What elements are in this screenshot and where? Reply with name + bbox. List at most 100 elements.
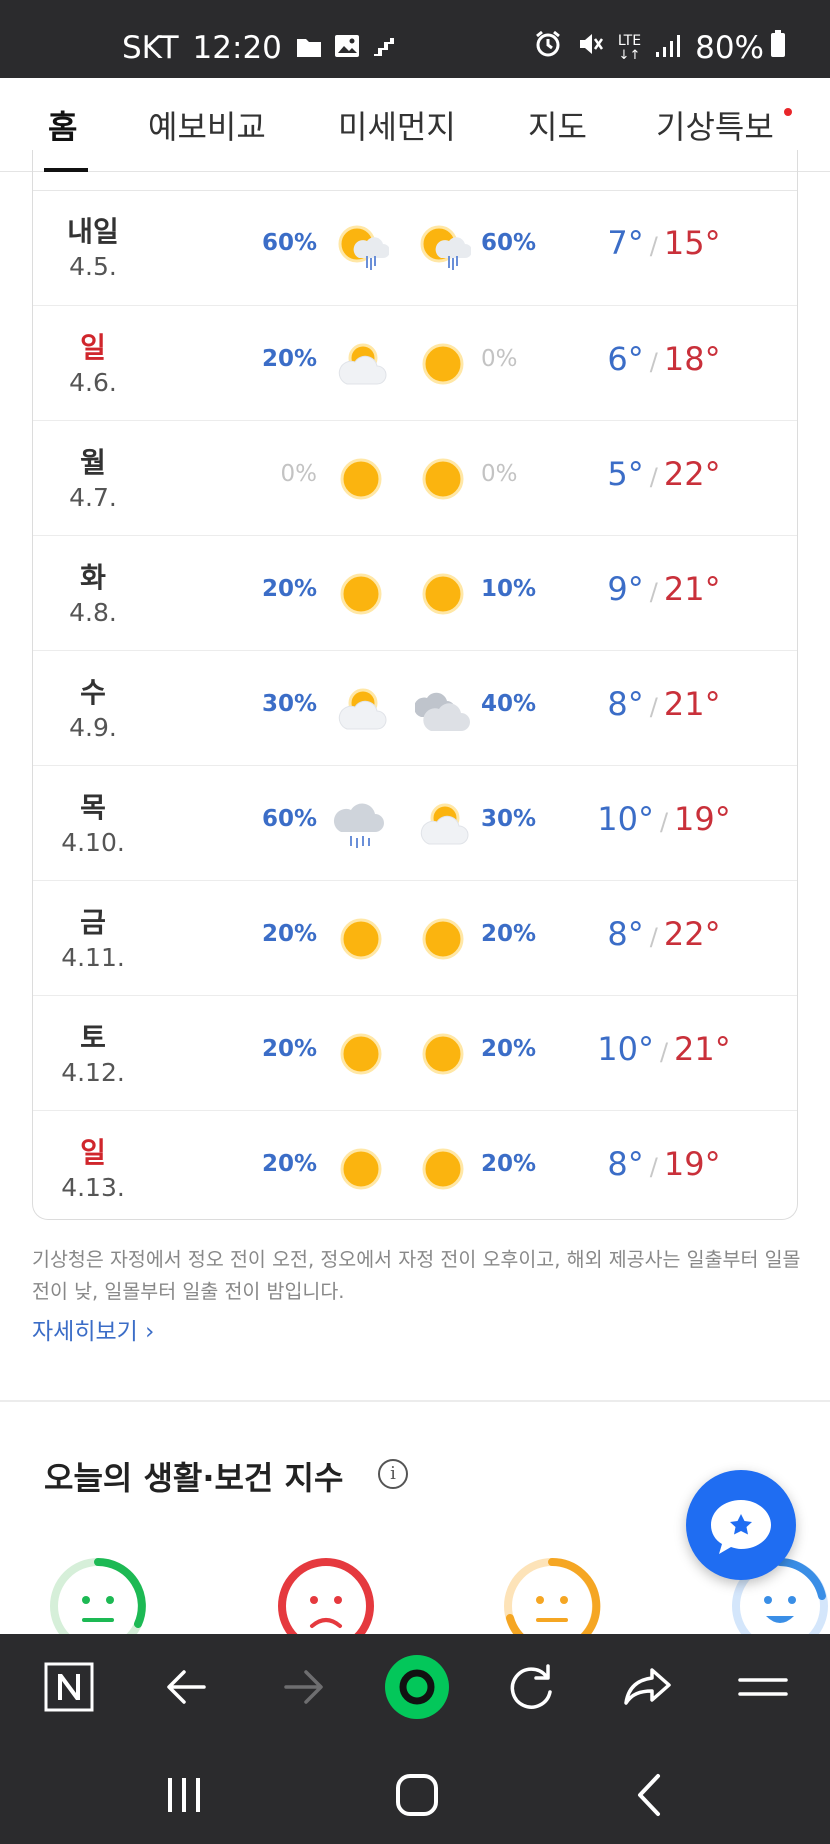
am-precip-chance: 20% bbox=[261, 346, 317, 372]
section-divider bbox=[0, 1400, 830, 1402]
pm-precip-chance: 0% bbox=[481, 346, 518, 372]
forecast-row: 목 4.10. 60% 30% 10°/19° bbox=[33, 765, 797, 880]
section-title: 오늘의 생활·보건 지수 bbox=[44, 1459, 344, 1497]
day-label: 내일 bbox=[67, 215, 119, 248]
high-temp: 15° bbox=[663, 224, 721, 262]
chatbot-fab-button[interactable] bbox=[686, 1470, 796, 1580]
status-bar: SKT 12:20 LTE ↓↑ 80% bbox=[0, 0, 830, 78]
day-label: 수 bbox=[80, 676, 106, 709]
temperature-range: 8°/19° bbox=[569, 1145, 759, 1183]
info-icon[interactable]: i bbox=[378, 1459, 408, 1489]
forecast-row: 수 4.9. 30% 40% 8°/21° bbox=[33, 650, 797, 765]
day-label: 일 bbox=[80, 1136, 106, 1169]
am-precip-chance: 20% bbox=[261, 1036, 317, 1062]
high-temp: 22° bbox=[663, 915, 721, 953]
date-label: 4.8. bbox=[69, 598, 117, 627]
cloud-rain-sun-icon bbox=[420, 225, 471, 270]
sun-icon bbox=[422, 1033, 464, 1075]
high-temp: 21° bbox=[663, 570, 721, 608]
signal-icon bbox=[655, 30, 681, 66]
high-temp: 21° bbox=[663, 685, 721, 723]
tab-home[interactable]: 홈 bbox=[48, 102, 77, 148]
forecast-row: 토 4.12. 20% 20% 10°/21° bbox=[33, 995, 797, 1110]
partly-cloudy-icon bbox=[338, 688, 387, 730]
forward-arrow-icon[interactable] bbox=[272, 1656, 334, 1718]
recent-apps-icon[interactable] bbox=[160, 1770, 210, 1820]
am-precip-chance: 30% bbox=[261, 691, 317, 717]
temperature-range: 6°/18° bbox=[569, 340, 759, 378]
date-label: 4.10. bbox=[61, 828, 125, 857]
chat-star-icon bbox=[711, 1500, 771, 1554]
am-precip-chance: 60% bbox=[261, 806, 317, 832]
forecast-row: 월 4.7. 0% 0% 5°/22° bbox=[33, 420, 797, 535]
tab-map[interactable]: 지도 bbox=[528, 102, 587, 148]
date-label: 4.6. bbox=[69, 368, 117, 397]
pm-precip-chance: 60% bbox=[481, 230, 537, 256]
date-label: 4.9. bbox=[69, 713, 117, 742]
low-temp: 7° bbox=[607, 224, 644, 262]
system-nav-bar bbox=[0, 1740, 830, 1844]
refresh-icon[interactable] bbox=[500, 1656, 562, 1718]
low-temp: 8° bbox=[607, 685, 644, 723]
date-label: 4.11. bbox=[61, 943, 125, 972]
day-label: 월 bbox=[80, 446, 106, 479]
low-temp: 9° bbox=[607, 570, 644, 608]
date-label: 4.5. bbox=[69, 252, 117, 281]
day-label: 토 bbox=[80, 1021, 106, 1054]
low-temp: 8° bbox=[607, 915, 644, 953]
pm-precip-chance: 20% bbox=[481, 921, 537, 947]
sun-icon bbox=[422, 343, 464, 385]
am-precip-chance: 60% bbox=[261, 230, 317, 256]
tab-weather-warning[interactable]: 기상특보 bbox=[656, 102, 774, 148]
am-precip-chance: 20% bbox=[261, 921, 317, 947]
am-precip-chance: 20% bbox=[261, 576, 317, 602]
tab-fine-dust[interactable]: 미세먼지 bbox=[338, 102, 456, 148]
date-label: 4.13. bbox=[61, 1173, 125, 1202]
high-temp: 21° bbox=[674, 1030, 731, 1068]
system-back-icon[interactable] bbox=[626, 1770, 676, 1820]
menu-icon[interactable] bbox=[732, 1656, 794, 1718]
forecast-row: 금 4.11. 20% 20% 8°/22° bbox=[33, 880, 797, 995]
high-temp: 18° bbox=[663, 340, 721, 378]
low-temp: 6° bbox=[607, 340, 644, 378]
green-dot-button[interactable] bbox=[382, 1652, 452, 1722]
temp-separator: / bbox=[649, 232, 658, 260]
temperature-range: 8°/22° bbox=[569, 915, 759, 953]
am-precip-chance: 0% bbox=[280, 461, 318, 487]
temperature-range: 8°/21° bbox=[569, 685, 759, 723]
naver-home-icon[interactable] bbox=[38, 1656, 100, 1718]
sun-icon bbox=[340, 573, 382, 615]
temp-separator: / bbox=[649, 693, 658, 721]
sun-icon bbox=[340, 1148, 382, 1190]
lte-icon: LTE ↓↑ bbox=[617, 32, 642, 63]
temperature-range: 5°/22° bbox=[569, 455, 759, 493]
temp-separator: / bbox=[649, 578, 658, 606]
pm-precip-chance: 30% bbox=[481, 806, 537, 832]
pm-precip-chance: 20% bbox=[481, 1036, 537, 1062]
sun-icon bbox=[422, 918, 464, 960]
date-label: 4.12. bbox=[61, 1058, 125, 1087]
temp-separator: / bbox=[659, 1038, 669, 1066]
back-arrow-icon[interactable] bbox=[156, 1656, 218, 1718]
browser-toolbar bbox=[0, 1634, 830, 1740]
more-link[interactable]: 자세히보기 › bbox=[32, 1312, 154, 1346]
low-temp: 8° bbox=[607, 1145, 644, 1183]
temp-separator: / bbox=[659, 808, 669, 836]
tab-forecast-compare[interactable]: 예보비교 bbox=[148, 102, 266, 148]
pm-precip-chance: 20% bbox=[481, 1151, 537, 1177]
sun-icon bbox=[340, 458, 382, 500]
date-label: 4.7. bbox=[69, 483, 117, 512]
weekly-forecast-card: 내일 4.5. 60% 60% 7°/15° 일 4.6. 20% 0% 6° /… bbox=[32, 150, 798, 1220]
share-icon[interactable] bbox=[616, 1656, 678, 1718]
partly-cloudy-icon bbox=[420, 803, 469, 845]
low-temp: 10° bbox=[597, 800, 654, 838]
rain-icon bbox=[333, 803, 384, 848]
image-icon bbox=[334, 30, 360, 66]
home-icon[interactable] bbox=[392, 1770, 442, 1820]
day-label: 화 bbox=[80, 561, 106, 594]
temperature-range: 9°/21° bbox=[569, 570, 759, 608]
temp-separator: / bbox=[649, 1153, 658, 1181]
folder-icon bbox=[296, 30, 322, 66]
high-temp: 22° bbox=[663, 455, 721, 493]
high-temp: 19° bbox=[674, 800, 731, 838]
